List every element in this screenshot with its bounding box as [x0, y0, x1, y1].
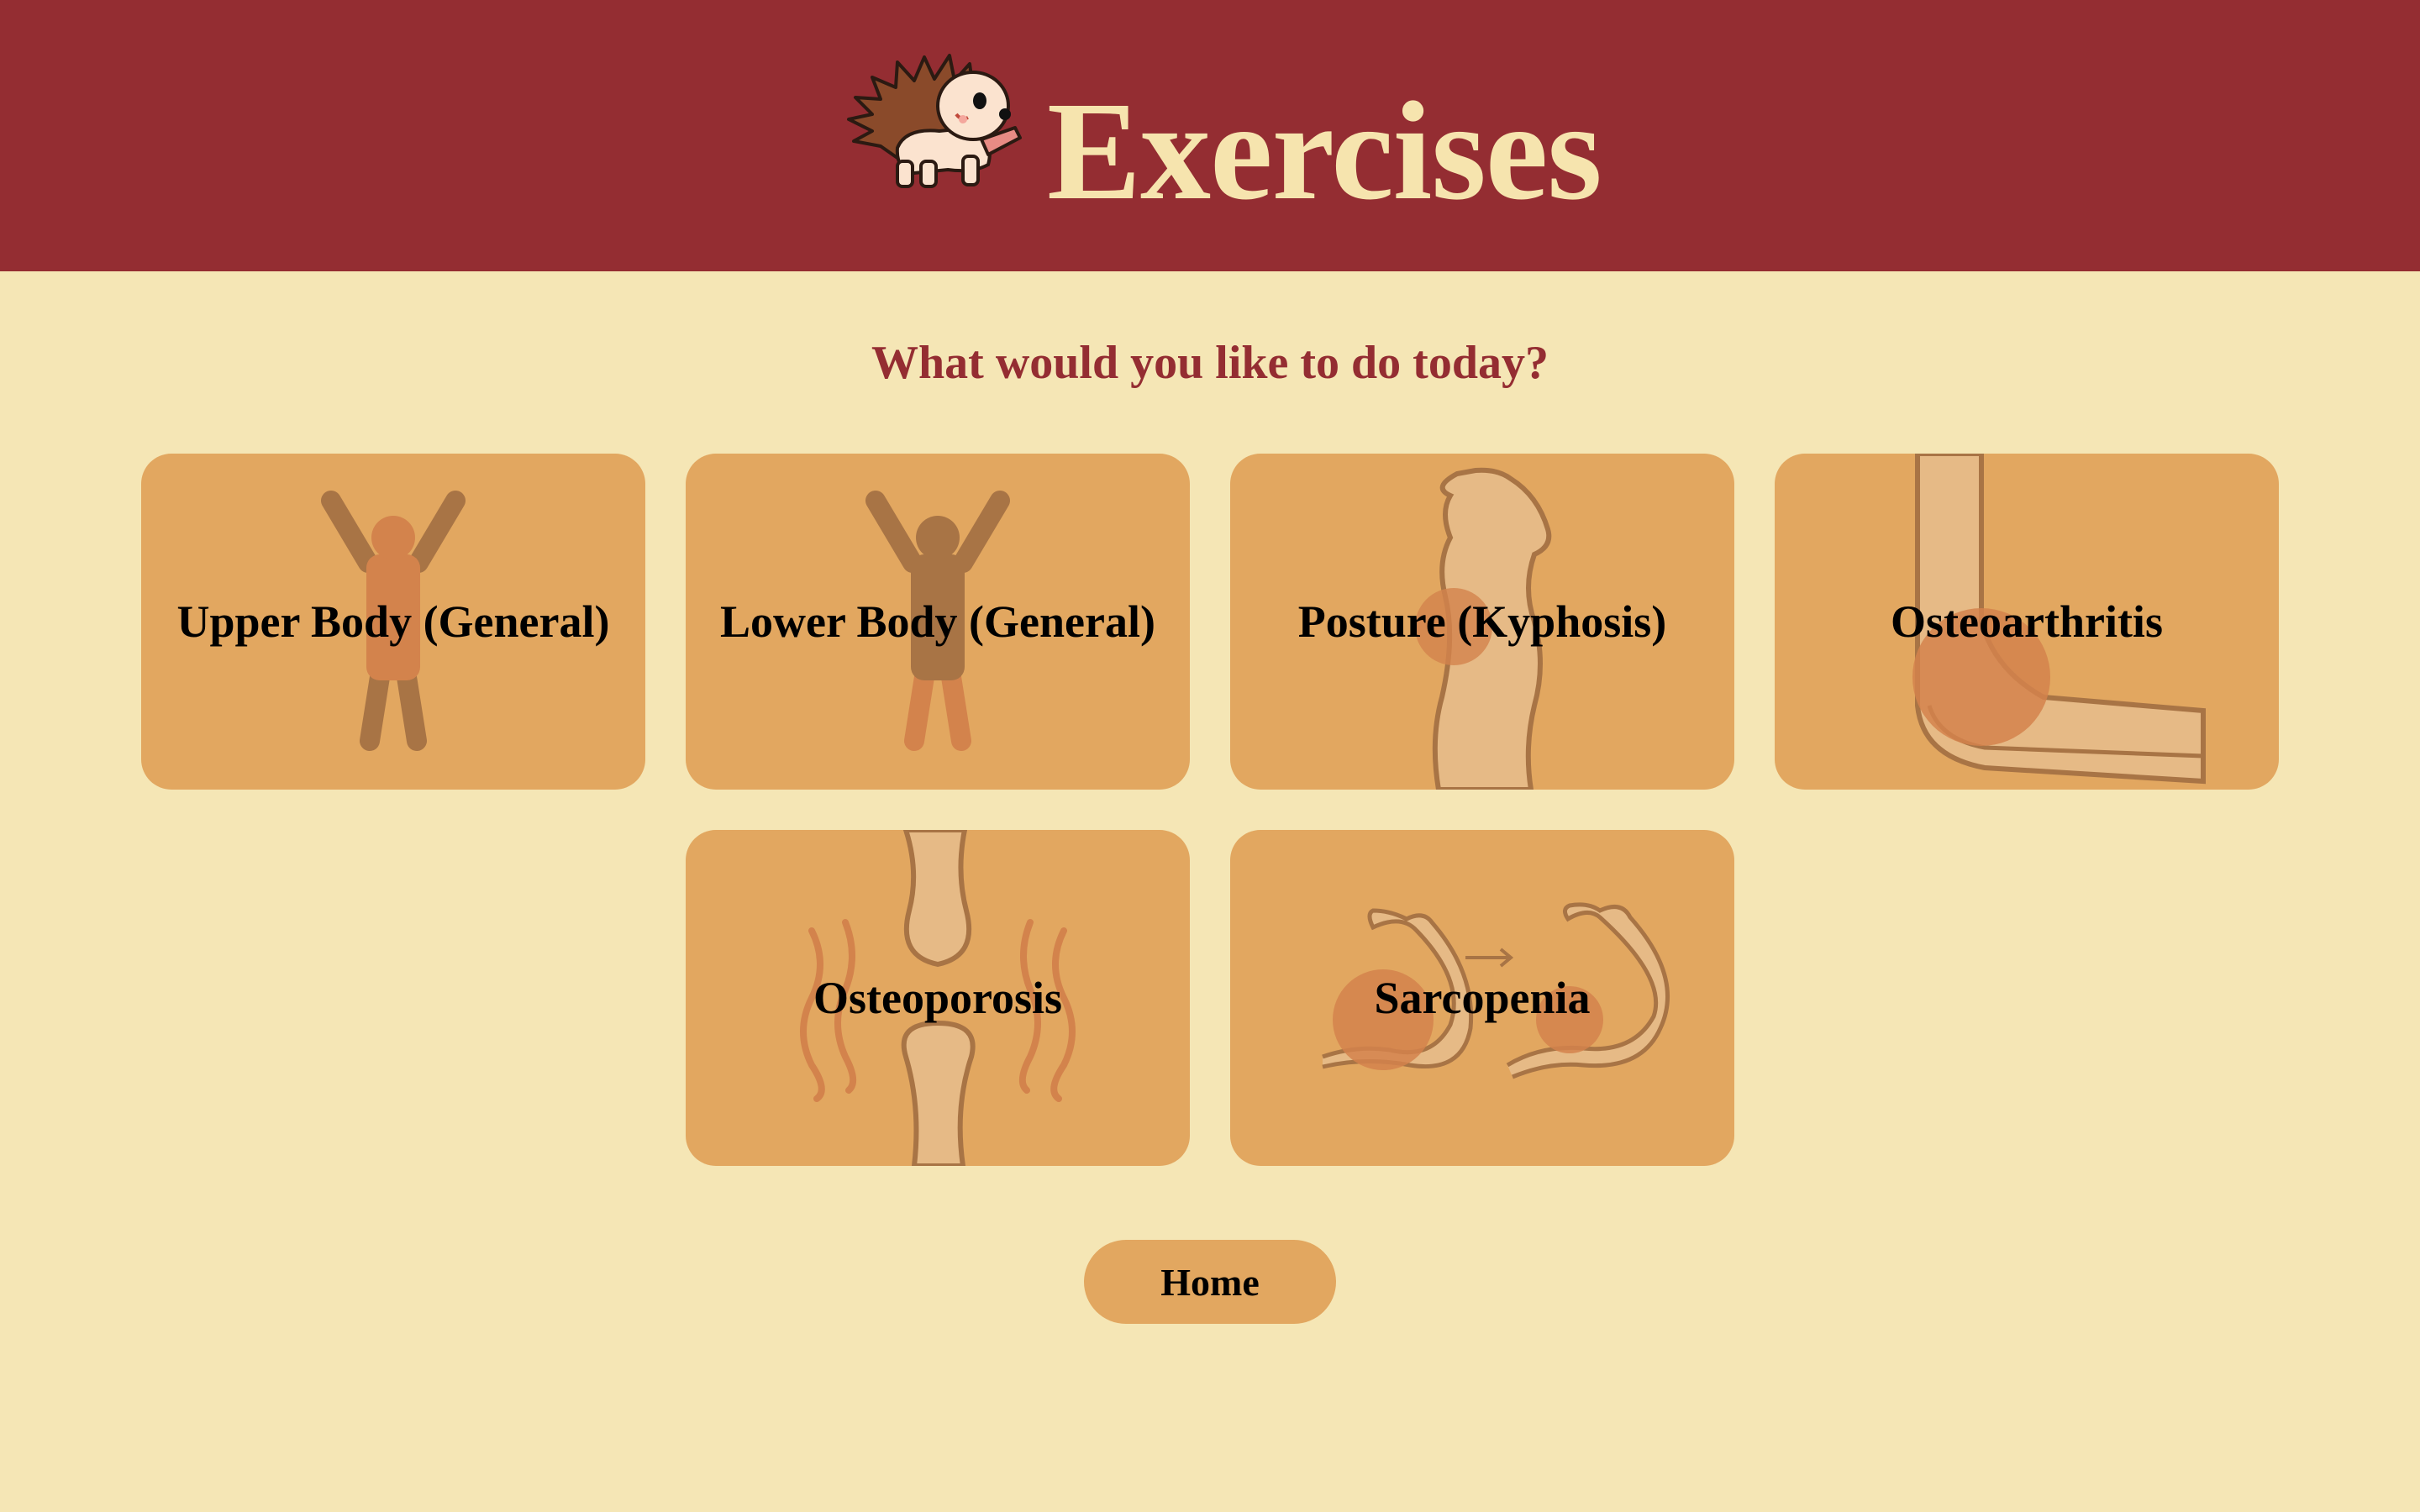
card-sarcopenia[interactable]: Sarcopenia — [1230, 830, 1734, 1166]
card-osteoporosis[interactable]: Osteoporosis — [686, 830, 1190, 1166]
hedgehog-mascot-icon — [847, 54, 1022, 188]
card-label: Posture (Kyphosis) — [1297, 596, 1667, 647]
card-lower-body[interactable]: Lower Body (General) — [686, 454, 1190, 790]
prompt-heading: What would you like to do today? — [871, 337, 1549, 389]
card-label: Osteoarthritis — [1891, 596, 2163, 647]
card-label: Upper Body (General) — [176, 596, 610, 647]
card-osteoarthritis[interactable]: Osteoarthritis — [1775, 454, 2279, 790]
card-posture[interactable]: Posture (Kyphosis) — [1230, 454, 1734, 790]
card-label: Sarcopenia — [1374, 973, 1591, 1023]
home-button[interactable]: Home — [1084, 1240, 1336, 1324]
card-label: Osteoporosis — [813, 973, 1063, 1023]
card-upper-body[interactable]: Upper Body (General) — [141, 454, 645, 790]
card-label: Lower Body (General) — [720, 596, 1155, 647]
page-title: Exercises — [1047, 73, 1602, 229]
app-header: Exercises — [0, 0, 2420, 271]
